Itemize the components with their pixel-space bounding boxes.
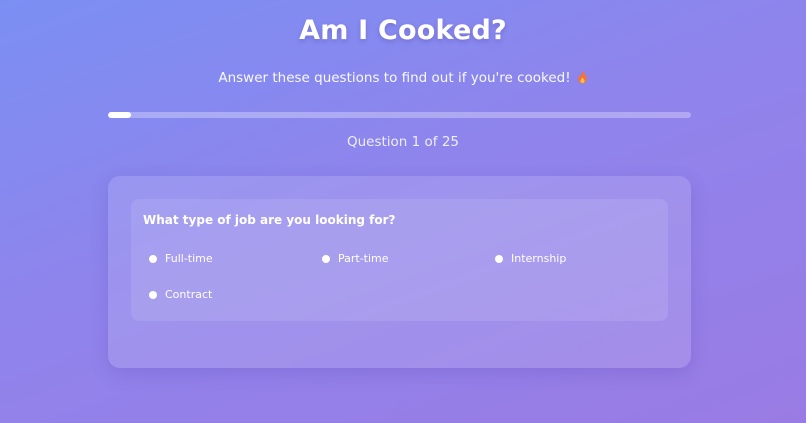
- option-internship[interactable]: Internship: [495, 251, 668, 266]
- flame-icon: [577, 70, 587, 84]
- progress-bar-fill: [108, 112, 132, 118]
- radio-button[interactable]: [149, 290, 157, 299]
- question-box: What type of job are you looking for? Fu…: [131, 199, 668, 321]
- question-counter: Question 1 of 25: [346, 134, 460, 150]
- options-group: Full-time Part-time Internship Contract: [149, 251, 669, 302]
- option-label: Contract: [165, 288, 213, 301]
- radio-button[interactable]: [495, 254, 503, 263]
- option-contract[interactable]: Contract: [149, 287, 322, 302]
- radio-button[interactable]: [149, 254, 157, 263]
- radio-button[interactable]: [322, 254, 330, 263]
- option-part-time[interactable]: Part-time: [322, 251, 495, 266]
- subtitle-text: Answer these questions to find out if yo…: [218, 70, 571, 86]
- question-text: What type of job are you looking for?: [143, 213, 396, 227]
- page-title: Am I Cooked?: [299, 15, 507, 46]
- progress-bar: [108, 112, 691, 118]
- option-label: Internship: [511, 252, 567, 265]
- option-full-time[interactable]: Full-time: [149, 251, 322, 266]
- option-label: Full-time: [165, 252, 213, 265]
- option-label: Part-time: [338, 252, 389, 265]
- question-card: What type of job are you looking for? Fu…: [108, 176, 691, 368]
- page-subtitle: Answer these questions to find out if yo…: [0, 70, 806, 86]
